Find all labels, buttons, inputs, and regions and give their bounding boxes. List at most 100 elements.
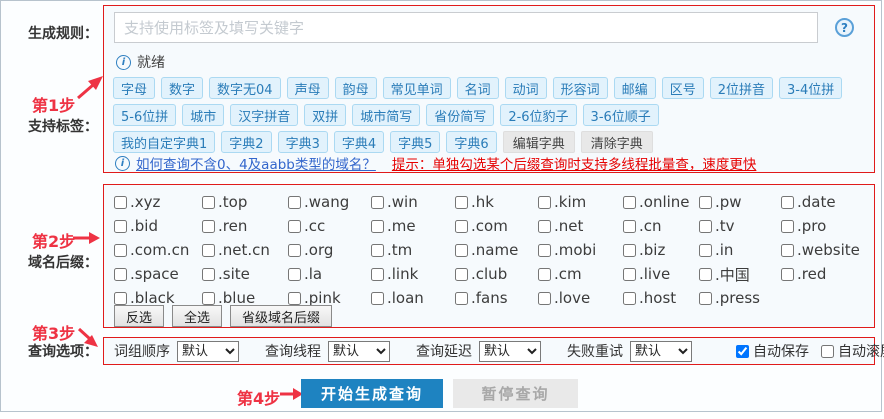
suffix-checkbox-item[interactable]: .cm [538, 265, 623, 283]
tag-button[interactable]: 2-6位豹子 [500, 104, 576, 126]
suffix-checkbox[interactable] [623, 268, 636, 281]
suffix-checkbox[interactable] [538, 292, 551, 305]
suffix-checkbox-item[interactable]: .ren [202, 217, 288, 235]
autoscroll-checkbox[interactable] [821, 345, 834, 358]
suffix-checkbox-item[interactable]: .website [781, 241, 870, 259]
suffix-checkbox[interactable] [371, 268, 384, 281]
suffix-checkbox-item[interactable]: .loan [371, 289, 455, 307]
suffix-checkbox[interactable] [538, 196, 551, 209]
suffix-checkbox-item[interactable]: .fans [455, 289, 538, 307]
tag-button[interactable]: 常见单词 [383, 77, 451, 99]
suffix-checkbox[interactable] [781, 244, 794, 257]
tag-button[interactable]: 韵母 [335, 77, 377, 99]
dict-tag-button[interactable]: 字典2 [221, 131, 271, 153]
suffix-checkbox-item[interactable]: .press [699, 289, 781, 307]
query-delay-select[interactable]: 默认 [479, 341, 541, 362]
suffix-checkbox[interactable] [288, 196, 301, 209]
tag-button[interactable]: 汉字拼音 [230, 104, 298, 126]
suffix-checkbox-item[interactable]: .net.cn [202, 241, 288, 259]
tag-button[interactable]: 5-6位拼 [113, 104, 176, 126]
retry-select[interactable]: 默认 [630, 341, 692, 362]
suffix-checkbox[interactable] [288, 268, 301, 281]
suffix-checkbox-item[interactable]: .xyz [114, 193, 202, 211]
suffix-checkbox-item[interactable]: .live [623, 265, 699, 283]
tag-button[interactable]: 形容词 [553, 77, 608, 99]
suffix-checkbox-item[interactable]: .name [455, 241, 538, 259]
tag-button[interactable]: 城市简写 [352, 104, 420, 126]
tag-button[interactable]: 声母 [287, 77, 329, 99]
tag-button[interactable]: 省份简写 [426, 104, 494, 126]
help-icon[interactable]: ? [835, 18, 854, 37]
suffix-checkbox[interactable] [371, 292, 384, 305]
suffix-checkbox[interactable] [699, 196, 712, 209]
suffix-checkbox-item[interactable]: .club [455, 265, 538, 283]
suffix-checkbox[interactable] [623, 220, 636, 233]
tag-button[interactable]: 动词 [505, 77, 547, 99]
suffix-checkbox-item[interactable]: .mobi [538, 241, 623, 259]
suffix-checkbox[interactable] [288, 220, 301, 233]
suffix-checkbox[interactable] [699, 292, 712, 305]
suffix-checkbox[interactable] [623, 292, 636, 305]
suffix-checkbox-item[interactable]: .top [202, 193, 288, 211]
suffix-checkbox[interactable] [288, 292, 301, 305]
suffix-checkbox-item[interactable]: .date [781, 193, 870, 211]
suffix-checkbox[interactable] [371, 196, 384, 209]
tag-button[interactable]: 数字 [161, 77, 203, 99]
suffix-checkbox[interactable] [781, 268, 794, 281]
autoscroll-toggle[interactable]: 自动滚屏 [821, 341, 884, 361]
suffix-checkbox[interactable] [202, 268, 215, 281]
pause-query-button[interactable]: 暂停查询 [453, 379, 578, 408]
suffix-checkbox[interactable] [114, 244, 127, 257]
suffix-checkbox-item[interactable]: .pro [781, 217, 870, 235]
suffix-checkbox-item[interactable]: .wang [288, 193, 371, 211]
dict-tag-button[interactable]: 字典6 [446, 131, 496, 153]
suffix-checkbox-item[interactable]: .cn [623, 217, 699, 235]
suffix-checkbox[interactable] [699, 244, 712, 257]
suffix-checkbox[interactable] [288, 244, 301, 257]
suffix-checkbox[interactable] [371, 220, 384, 233]
suffix-checkbox[interactable] [538, 268, 551, 281]
suffix-checkbox-item[interactable]: .net [538, 217, 623, 235]
suffix-checkbox[interactable] [455, 268, 468, 281]
tag-button[interactable]: 数字无04 [209, 77, 281, 99]
suffix-checkbox[interactable] [623, 244, 636, 257]
suffix-checkbox-item[interactable]: .tm [371, 241, 455, 259]
suffix-checkbox-item[interactable]: .space [114, 265, 202, 283]
suffix-checkbox-item[interactable]: .org [288, 241, 371, 259]
rule-keyword-input[interactable] [114, 12, 818, 43]
autosave-toggle[interactable]: 自动保存 [736, 341, 809, 361]
suffix-checkbox-item[interactable]: .com.cn [114, 241, 202, 259]
suffix-checkbox[interactable] [455, 196, 468, 209]
tag-button[interactable]: 双拼 [304, 104, 346, 126]
suffix-checkbox[interactable] [114, 196, 127, 209]
dict-tag-button[interactable]: 字典4 [334, 131, 384, 153]
provincial-suffix-button[interactable]: 省级域名后缀 [230, 305, 332, 327]
suffix-checkbox[interactable] [781, 196, 794, 209]
tag-button[interactable]: 字母 [113, 77, 155, 99]
suffix-checkbox-item[interactable]: .me [371, 217, 455, 235]
suffix-checkbox[interactable] [455, 220, 468, 233]
suffix-checkbox-item[interactable]: .com [455, 217, 538, 235]
suffix-checkbox[interactable] [202, 196, 215, 209]
suffix-checkbox[interactable] [781, 220, 794, 233]
tag-button[interactable]: 2位拼音 [710, 77, 773, 99]
suffix-checkbox[interactable] [699, 220, 712, 233]
invert-selection-button[interactable]: 反选 [114, 305, 164, 327]
suffix-checkbox[interactable] [623, 196, 636, 209]
suffix-checkbox[interactable] [699, 268, 712, 281]
suffix-checkbox-item[interactable]: .kim [538, 193, 623, 211]
suffix-checkbox[interactable] [538, 220, 551, 233]
suffix-checkbox[interactable] [202, 244, 215, 257]
suffix-checkbox[interactable] [455, 292, 468, 305]
suffix-checkbox-item[interactable]: .in [699, 241, 781, 259]
suffix-checkbox-item[interactable]: .link [371, 265, 455, 283]
suffix-checkbox[interactable] [202, 220, 215, 233]
suffix-checkbox-item[interactable]: .online [623, 193, 699, 211]
suffix-checkbox[interactable] [114, 268, 127, 281]
query-thread-select[interactable]: 默认 [328, 341, 390, 362]
suffix-checkbox-item[interactable]: .love [538, 289, 623, 307]
suffix-checkbox[interactable] [371, 244, 384, 257]
suffix-checkbox-item[interactable]: .biz [623, 241, 699, 259]
suffix-checkbox[interactable] [202, 292, 215, 305]
start-generate-query-button[interactable]: 开始生成查询 [301, 379, 443, 408]
